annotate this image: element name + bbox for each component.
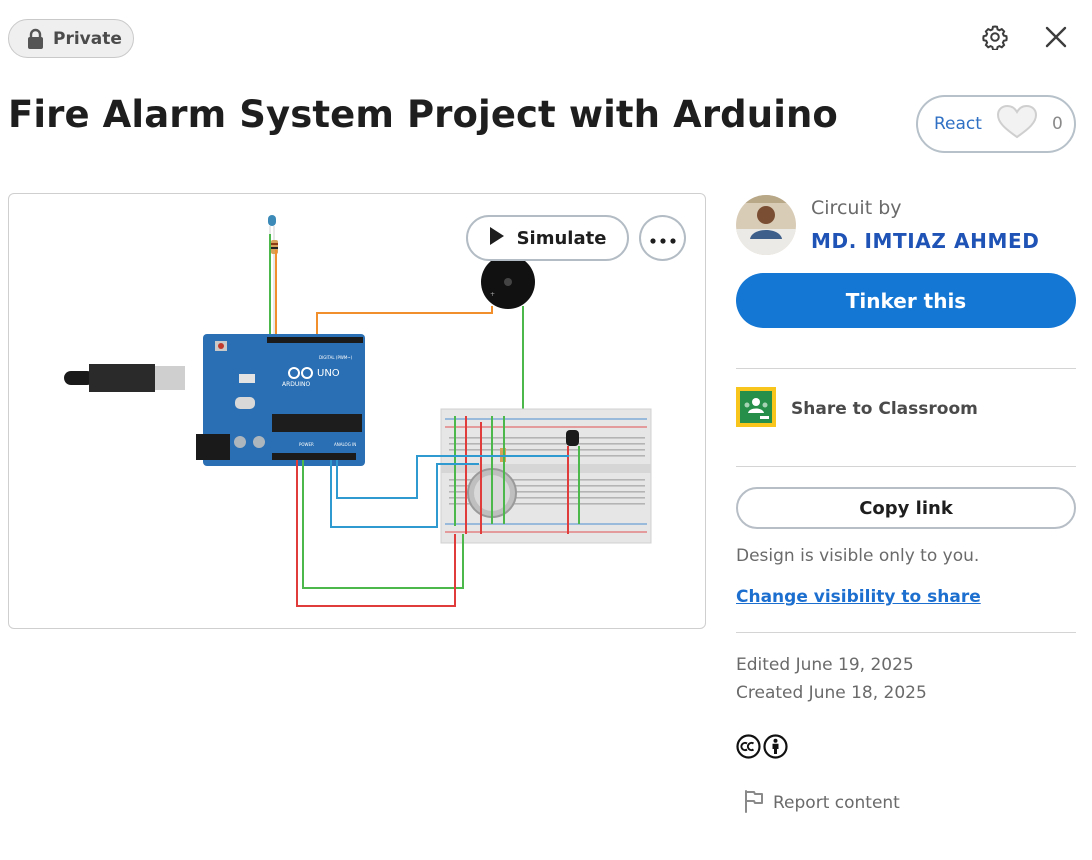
close-button[interactable] (1041, 24, 1071, 54)
by-attribution-icon (763, 734, 788, 763)
settings-button[interactable] (980, 24, 1010, 54)
share-to-classroom-button[interactable]: Share to Classroom (736, 387, 978, 431)
google-classroom-icon (736, 387, 776, 431)
avatar[interactable] (736, 195, 796, 255)
flag-icon (743, 789, 765, 817)
gear-icon (982, 24, 1008, 54)
report-content-button[interactable]: Report content (743, 789, 900, 817)
lock-icon (27, 28, 44, 50)
more-dots-icon (649, 229, 676, 248)
page-title: Fire Alarm System Project with Arduino (8, 93, 838, 136)
change-visibility-link[interactable]: Change visibility to share (736, 587, 981, 607)
buzzer-component: + (481, 255, 535, 309)
board-analog-label: ANALOG IN (334, 442, 356, 447)
react-count: 0 (1051, 114, 1063, 134)
visibility-note: Design is visible only to you. (736, 546, 980, 566)
copy-link-button[interactable]: Copy link (736, 487, 1076, 529)
play-icon (489, 226, 505, 251)
more-options-button[interactable] (639, 215, 686, 261)
react-button[interactable]: React 0 (916, 95, 1076, 153)
board-logo: ARDUINO (282, 381, 311, 388)
report-content-label: Report content (773, 793, 900, 813)
breadboard (440, 408, 652, 544)
close-icon (1045, 26, 1067, 52)
cc-icon (736, 734, 761, 763)
board-digital-label: DIGITAL (PWM~) (319, 355, 353, 360)
simulate-button[interactable]: Simulate (466, 215, 629, 261)
divider (736, 466, 1076, 467)
circuit-by-label: Circuit by (811, 197, 902, 219)
board-model: UNO (317, 368, 340, 379)
privacy-badge[interactable]: Private (8, 19, 134, 58)
board-power-label: POWER (299, 442, 314, 447)
divider (736, 368, 1076, 369)
author-name-link[interactable]: MD. IMTIAZ AHMED (811, 229, 1039, 253)
divider (736, 632, 1076, 633)
circuit-viewer[interactable]: + ARDUINO UNO DIGITAL (PWM~) POWER ANALO… (8, 193, 706, 629)
tinker-this-button[interactable]: Tinker this (736, 273, 1076, 328)
privacy-label: Private (53, 28, 122, 49)
react-label: React (934, 114, 982, 134)
edited-date: Edited June 19, 2025 (736, 655, 914, 675)
svg-text:+: + (490, 291, 495, 298)
usb-cable (64, 364, 185, 392)
arduino-board: ARDUINO UNO DIGITAL (PWM~) POWER ANALOG … (196, 334, 365, 466)
share-to-classroom-label: Share to Classroom (791, 399, 978, 419)
created-date: Created June 18, 2025 (736, 683, 927, 703)
license-badge[interactable] (736, 734, 788, 763)
simulate-label: Simulate (516, 227, 607, 249)
heart-icon (996, 104, 1038, 144)
